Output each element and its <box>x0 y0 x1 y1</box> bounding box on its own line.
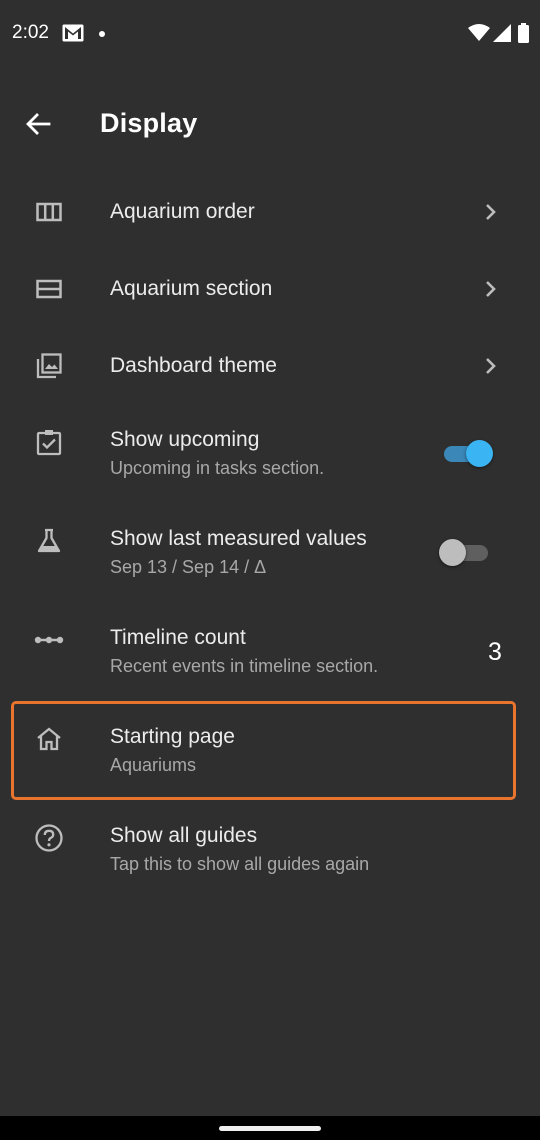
show-upcoming-toggle[interactable] <box>441 438 493 468</box>
gmail-icon <box>62 24 84 47</box>
setting-subtitle: Aquariums <box>110 755 197 775</box>
battery-icon <box>518 23 529 48</box>
wifi-icon <box>468 24 490 47</box>
chevron-right-icon <box>478 200 502 224</box>
setting-timeline-count[interactable]: Timeline count Recent events in timeline… <box>0 605 540 699</box>
back-button[interactable] <box>20 106 56 142</box>
setting-subtitle: Sep 13 / Sep 14 / Δ <box>110 557 267 577</box>
home-icon <box>34 724 64 754</box>
setting-title: Aquarium section <box>110 277 273 300</box>
signal-icon <box>492 24 512 47</box>
home-gesture-handle[interactable] <box>219 1126 321 1131</box>
status-time: 2:02 <box>12 22 49 43</box>
arrow-back-icon <box>26 113 51 135</box>
chevron-right-icon <box>478 354 502 378</box>
setting-title: Show all guides <box>110 824 258 847</box>
setting-dashboard-theme[interactable]: Dashboard theme <box>0 328 540 404</box>
view-agenda-icon <box>34 274 64 304</box>
chevron-right-icon <box>478 277 502 301</box>
page-title: Display <box>100 108 198 138</box>
system-navigation-bar <box>0 1116 540 1140</box>
setting-subtitle: Tap this to show all guides again <box>110 854 370 874</box>
timeline-count-value: 3 <box>488 638 502 666</box>
toggle-thumb <box>439 539 466 566</box>
setting-show-last-measured[interactable]: Show last measured values Sep 13 / Sep 1… <box>0 506 540 600</box>
setting-subtitle: Recent events in timeline section. <box>110 656 379 676</box>
setting-aquarium-order[interactable]: Aquarium order <box>0 174 540 250</box>
display-settings-screen: 2:02 Display Aquarium order Aquarium sec… <box>0 0 540 1140</box>
setting-title: Show upcoming <box>110 428 260 451</box>
notification-dot-icon <box>99 31 105 37</box>
setting-show-all-guides[interactable]: Show all guides Tap this to show all gui… <box>0 803 540 897</box>
flask-icon <box>34 526 64 556</box>
setting-aquarium-section[interactable]: Aquarium section <box>0 251 540 327</box>
checkbox-icon <box>34 427 64 457</box>
setting-title: Starting page <box>110 725 235 748</box>
photo-library-icon <box>34 351 64 381</box>
setting-title: Show last measured values <box>110 527 367 550</box>
setting-show-upcoming[interactable]: Show upcoming Upcoming in tasks section. <box>0 407 540 501</box>
setting-starting-page[interactable]: Starting page Aquariums <box>0 704 540 798</box>
setting-title: Aquarium order <box>110 200 255 223</box>
setting-subtitle: Upcoming in tasks section. <box>110 458 325 478</box>
setting-title: Timeline count <box>110 626 246 649</box>
toggle-thumb <box>466 440 493 467</box>
status-bar: 2:02 <box>0 0 540 68</box>
setting-title: Dashboard theme <box>110 354 277 377</box>
help-circle-icon <box>34 823 64 853</box>
view-column-icon <box>34 197 64 227</box>
timeline-dots-icon <box>34 625 64 655</box>
show-last-measured-toggle[interactable] <box>439 537 491 567</box>
app-bar: Display <box>0 88 540 160</box>
